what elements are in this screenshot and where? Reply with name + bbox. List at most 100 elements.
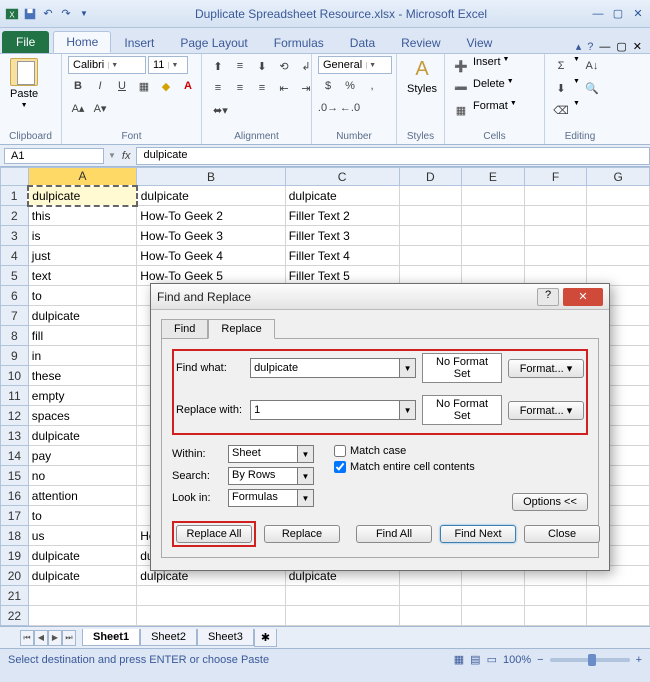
cell-G21[interactable] [587,586,650,606]
align-bottom-button[interactable]: ⬇ [252,56,272,76]
row-header-17[interactable]: 17 [1,506,29,526]
data-tab[interactable]: Data [337,31,388,53]
cell-A16[interactable]: attention [28,486,136,506]
shrink-font-button[interactable]: A▾ [90,98,110,118]
cell-A1[interactable]: dulpicate [28,186,136,206]
cell-C3[interactable]: Filler Text 3 [285,226,399,246]
font-name-combo[interactable]: Calibri▼ [68,56,146,74]
help-icon[interactable]: ? [587,41,593,53]
cell-D1[interactable] [399,186,462,206]
cells-format-button[interactable]: Format [473,100,508,120]
cell-C22[interactable] [285,606,399,626]
cell-D2[interactable] [399,206,462,226]
cell-A20[interactable]: dulpicate [28,566,136,586]
cell-A21[interactable] [28,586,136,606]
border-button[interactable]: ▦ [134,76,154,96]
row-header-14[interactable]: 14 [1,446,29,466]
styles-button[interactable]: A Styles [403,56,441,97]
cell-A8[interactable]: fill [28,326,136,346]
cell-A15[interactable]: no [28,466,136,486]
replace-format-button[interactable]: Format... ▾ [508,401,584,420]
dialog-titlebar[interactable]: Find and Replace ? ✕ [151,284,609,310]
align-right-button[interactable]: ≡ [252,78,272,98]
cell-C21[interactable] [285,586,399,606]
underline-button[interactable]: U [112,76,132,96]
cell-D21[interactable] [399,586,462,606]
italic-button[interactable]: I [90,76,110,96]
match-case-checkbox[interactable]: Match case [334,445,475,457]
replace-tab[interactable]: Replace [208,319,274,339]
cell-A7[interactable]: dulpicate [28,306,136,326]
sheet1-tab[interactable]: Sheet1 [82,629,140,646]
cell-F2[interactable] [524,206,587,226]
row-header-16[interactable]: 16 [1,486,29,506]
cell-C2[interactable]: Filler Text 2 [285,206,399,226]
name-box[interactable]: A1 [4,148,104,164]
fill-color-button[interactable]: ◆ [156,76,176,96]
view-normal-icon[interactable]: ▦ [454,653,464,666]
cell-F22[interactable] [524,606,587,626]
cell-D3[interactable] [399,226,462,246]
cell-A14[interactable]: pay [28,446,136,466]
search-combo[interactable]: By Rows▼ [228,467,314,485]
col-header-E[interactable]: E [462,168,525,186]
maximize-icon[interactable]: ▢ [610,6,626,22]
col-header-G[interactable]: G [587,168,650,186]
row-header-3[interactable]: 3 [1,226,29,246]
row-header-2[interactable]: 2 [1,206,29,226]
cell-G2[interactable] [587,206,650,226]
replace-dropdown-icon[interactable]: ▼ [400,400,416,420]
row-header-15[interactable]: 15 [1,466,29,486]
formulas-tab[interactable]: Formulas [261,31,337,53]
cell-G4[interactable] [587,246,650,266]
paste-button[interactable]: Paste ▼ [6,56,42,111]
cell-D4[interactable] [399,246,462,266]
cell-E2[interactable] [462,206,525,226]
find-what-input[interactable] [250,358,400,378]
dec-decimal-button[interactable]: ←.0 [340,98,360,118]
cell-A19[interactable]: dulpicate [28,546,136,566]
lookin-combo[interactable]: Formulas▼ [228,489,314,507]
row-header-19[interactable]: 19 [1,546,29,566]
insert-tab[interactable]: Insert [111,31,167,53]
cell-A18[interactable]: us [28,526,136,546]
col-header-B[interactable]: B [137,168,285,186]
find-next-button[interactable]: Find Next [440,525,516,543]
sheet3-tab[interactable]: Sheet3 [197,629,254,646]
cell-B22[interactable] [137,606,285,626]
orientation-button[interactable]: ⟲ [274,56,294,76]
row-header-20[interactable]: 20 [1,566,29,586]
row-header-9[interactable]: 9 [1,346,29,366]
dialog-close-button[interactable]: ✕ [563,288,603,306]
currency-button[interactable]: $ [318,76,338,96]
cell-A17[interactable]: to [28,506,136,526]
file-tab[interactable]: File [2,31,49,53]
row-header-21[interactable]: 21 [1,586,29,606]
percent-button[interactable]: % [340,76,360,96]
cell-E22[interactable] [462,606,525,626]
cell-F4[interactable] [524,246,587,266]
find-format-button[interactable]: Format... ▾ [508,359,584,378]
within-combo[interactable]: Sheet▼ [228,445,314,463]
cell-F1[interactable] [524,186,587,206]
view-tab[interactable]: View [454,31,506,53]
page-layout-tab[interactable]: Page Layout [167,31,260,53]
tab-nav-prev[interactable]: ◀ [34,630,48,646]
cells-delete-button[interactable]: Delete [473,78,505,98]
row-header-13[interactable]: 13 [1,426,29,446]
save-icon[interactable] [22,6,38,22]
cell-G22[interactable] [587,606,650,626]
col-header-D[interactable]: D [399,168,462,186]
cell-A3[interactable]: is [28,226,136,246]
sort-filter-button[interactable]: A↓ [582,56,602,76]
col-header-C[interactable]: C [285,168,399,186]
cell-A13[interactable]: dulpicate [28,426,136,446]
close-window-icon[interactable]: ✕ [630,6,646,22]
cell-F21[interactable] [524,586,587,606]
cell-D22[interactable] [399,606,462,626]
tab-nav-next[interactable]: ▶ [48,630,62,646]
cells-insert-button[interactable]: Insert [473,56,501,76]
cell-E3[interactable] [462,226,525,246]
match-entire-checkbox[interactable]: Match entire cell contents [334,461,475,473]
cell-A4[interactable]: just [28,246,136,266]
